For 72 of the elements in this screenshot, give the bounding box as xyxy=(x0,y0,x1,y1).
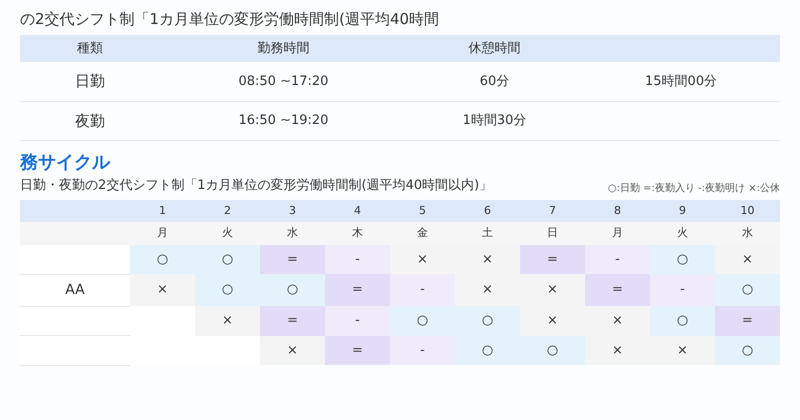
shift-mark: = xyxy=(352,282,363,298)
shift-mark: ○ xyxy=(482,313,494,328)
shift-mark: - xyxy=(420,282,425,298)
weekday-label: 金 xyxy=(417,226,428,239)
shift-mark: ○ xyxy=(156,252,168,266)
shift-mark: - xyxy=(355,252,360,266)
shift-mark: ○ xyxy=(222,252,234,266)
shift-mark: ○ xyxy=(676,252,688,266)
shift-mark: ○ xyxy=(482,342,494,358)
section-subtitle: 日勤・夜勤の2交代シフト制「1カ月単位の変形労働時間制(週平均40時間以内)」 xyxy=(20,177,492,195)
day-number: 9 xyxy=(679,204,686,216)
weekday-label: 土 xyxy=(482,226,493,239)
shift-mark: ○ xyxy=(416,313,428,328)
weekday-label: 月 xyxy=(157,226,168,239)
table-cell: 60分 xyxy=(480,74,510,88)
shift-mark: × xyxy=(677,342,688,358)
day-number: 6 xyxy=(484,204,491,216)
shift-mark: ○ xyxy=(286,282,298,298)
weekday-label: 水 xyxy=(287,226,298,239)
day-number: 2 xyxy=(224,204,231,216)
shift-mark: ○ xyxy=(742,342,754,358)
shift-mark: × xyxy=(482,252,493,266)
column-header: 休憩時間 xyxy=(468,40,520,56)
shift-mark: - xyxy=(420,342,425,358)
shift-mark: × xyxy=(742,252,753,266)
shift-mark: × xyxy=(482,282,493,298)
section-subtitle: の2交代シフト制「1カ月単位の変形労働時間制(週平均40時間 xyxy=(20,9,440,30)
weekday-label: 火 xyxy=(677,226,688,239)
shift-mark: × xyxy=(547,282,558,298)
shift-mark: = xyxy=(612,282,623,298)
column-header: 勤務時間 xyxy=(257,40,310,56)
shift-mark: ○ xyxy=(676,313,688,328)
shift-mark: = xyxy=(287,313,298,328)
column-header: 種類 xyxy=(77,40,103,56)
table-cell: 日勤 xyxy=(75,72,105,90)
shift-mark: ○ xyxy=(546,342,558,358)
weekday-label: 水 xyxy=(742,226,753,239)
weekday-label: 木 xyxy=(352,226,363,239)
section-heading: 務サイクル xyxy=(20,151,110,175)
shift-mark: × xyxy=(547,313,558,328)
day-number: 10 xyxy=(740,204,754,216)
shift-mark: ○ xyxy=(742,282,754,298)
table-cell: 1時間30分 xyxy=(462,113,526,128)
shift-mark: ○ xyxy=(222,282,234,298)
day-number: 1 xyxy=(159,204,166,216)
shift-mark: = xyxy=(287,252,298,266)
weekday-label: 日 xyxy=(547,226,558,239)
table-cell: 16:50 ~19:20 xyxy=(238,113,328,128)
shift-mark: = xyxy=(547,252,558,266)
shift-mark: × xyxy=(222,313,233,328)
day-number: 7 xyxy=(549,204,556,216)
shift-mark: - xyxy=(615,252,620,266)
weekday-label: 月 xyxy=(612,226,623,239)
day-number: 3 xyxy=(289,204,296,216)
day-number: 4 xyxy=(354,204,361,216)
shift-mark: - xyxy=(680,282,685,298)
shift-mark: × xyxy=(612,313,623,328)
shift-mark: × xyxy=(417,252,428,266)
shift-mark: = xyxy=(742,313,753,328)
table-cell: 夜勤 xyxy=(75,112,105,130)
weekday-label: 火 xyxy=(222,226,233,239)
table-cell: 08:50 ~17:20 xyxy=(238,74,328,88)
table-cell: 15時間00分 xyxy=(645,74,718,88)
day-number: 5 xyxy=(419,204,426,216)
row-label: AA xyxy=(65,282,85,298)
shift-mark: - xyxy=(355,313,360,328)
legend-text: ○:日勤 =:夜勤入り -:夜勤明け ×:公休 xyxy=(608,182,780,196)
shift-mark: × xyxy=(157,282,168,298)
shift-mark: × xyxy=(612,342,623,358)
shift-mark: × xyxy=(287,342,298,358)
shift-mark: = xyxy=(352,342,363,358)
day-number: 8 xyxy=(614,204,621,216)
